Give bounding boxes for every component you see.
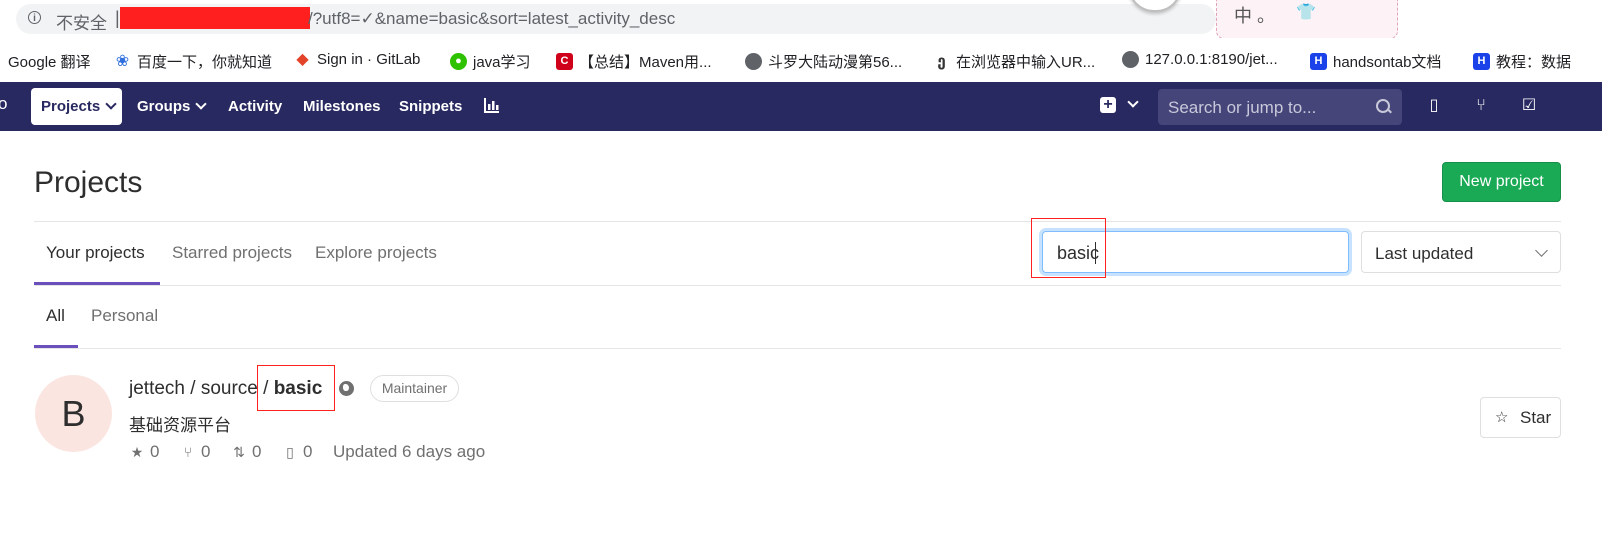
- tab-your-projects[interactable]: Your projects: [46, 243, 145, 263]
- annotation-box: [257, 365, 335, 411]
- bookmarks-bar: Google 翻译 ❀ 百度一下，你就知道 ◆ Sign in · GitLab…: [0, 38, 1602, 82]
- analytics-chart-icon[interactable]: [484, 97, 500, 113]
- nav-milestones[interactable]: Milestones: [303, 98, 381, 115]
- insecure-label: 不安全: [56, 14, 107, 33]
- top-navbar: o Projects Groups Activity Milestones Sn…: [0, 82, 1602, 131]
- divider: [34, 221, 1561, 222]
- url-redaction: [120, 7, 310, 29]
- chevron-down-icon: [105, 98, 117, 110]
- project-namespace: jettech / source /: [129, 378, 274, 399]
- issues-icon: ▯: [286, 444, 294, 460]
- shirt-icon: 👕: [1296, 4, 1316, 21]
- subtab-all[interactable]: All: [46, 306, 65, 326]
- issues-count[interactable]: ▯ 0: [283, 442, 312, 462]
- page-title: Projects: [34, 166, 143, 199]
- stars-count[interactable]: ★ 0: [130, 442, 160, 462]
- baidu-paw-icon: ❀: [114, 53, 131, 70]
- url-text[interactable]: /?utf8=✓&name=basic&sort=latest_activity…: [308, 9, 675, 29]
- search-field[interactable]: Search or jump to...: [1158, 89, 1402, 125]
- updated-timestamp: Updated 6 days ago: [333, 442, 486, 461]
- sort-dropdown-label: Last updated: [1375, 244, 1474, 263]
- nav-activity[interactable]: Activity: [228, 98, 282, 115]
- handsontable-icon: H: [1310, 53, 1327, 70]
- bookmark-item[interactable]: 127.0.0.1:8190/jet...: [1122, 51, 1278, 68]
- public-visibility-icon: [339, 381, 354, 396]
- divider: [34, 285, 1561, 286]
- bookmark-item[interactable]: ❀ 百度一下，你就知道: [114, 51, 272, 72]
- logo-edge[interactable]: o: [0, 94, 7, 114]
- url-separator: |: [115, 8, 120, 28]
- tab-starred-projects[interactable]: Starred projects: [172, 243, 292, 263]
- role-badge: Maintainer: [370, 375, 459, 402]
- project-avatar[interactable]: B: [35, 375, 112, 452]
- star-outline-icon: ☆: [1495, 409, 1509, 426]
- subtab-personal[interactable]: Personal: [91, 306, 158, 326]
- nav-snippets[interactable]: Snippets: [399, 98, 462, 115]
- yuque-icon: ე: [933, 53, 950, 70]
- bookmark-item[interactable]: H 教程：数据: [1473, 51, 1571, 72]
- todo-check-icon[interactable]: ☑: [1520, 97, 1538, 115]
- bookmark-item[interactable]: ე 在浏览器中输入UR...: [933, 51, 1095, 72]
- fork-icon: ⑂: [183, 444, 193, 460]
- tab-explore-projects[interactable]: Explore projects: [315, 243, 437, 263]
- star-icon: ★: [130, 444, 144, 460]
- handsontable-icon: H: [1473, 53, 1490, 70]
- merge-request-icon: ⇅: [233, 444, 245, 460]
- groups-dropdown[interactable]: Groups: [137, 98, 208, 115]
- bookmark-item[interactable]: 斗罗大陆动漫第56...: [745, 51, 902, 72]
- bookmark-item[interactable]: ◆ Sign in · GitLab: [294, 51, 420, 68]
- csdn-icon: C: [556, 53, 573, 70]
- projects-dropdown[interactable]: Projects: [31, 88, 122, 125]
- info-icon[interactable]: i: [28, 11, 41, 24]
- search-input[interactable]: Search or jump to...: [1168, 98, 1316, 118]
- wechat-icon: ●: [450, 53, 467, 70]
- plus-icon[interactable]: +: [1100, 97, 1116, 113]
- bookmark-item[interactable]: ● java学习: [450, 51, 531, 72]
- bookmark-item[interactable]: C 【总结】Maven用...: [556, 51, 712, 72]
- new-project-button[interactable]: New project: [1442, 162, 1561, 202]
- bookmark-item[interactable]: Google 翻译: [8, 51, 91, 72]
- forks-count[interactable]: ⑂ 0: [181, 442, 211, 462]
- project-description: 基础资源平台: [129, 416, 231, 435]
- gitlab-fox-icon: ◆: [294, 51, 311, 68]
- chevron-down-icon[interactable]: [1127, 96, 1139, 108]
- issues-icon[interactable]: ▯: [1425, 97, 1443, 115]
- sticker-text: 中 。: [1234, 6, 1276, 26]
- chevron-down-icon: [195, 98, 208, 110]
- search-icon[interactable]: [1376, 99, 1390, 113]
- bookmark-item[interactable]: H handsontab文档: [1310, 51, 1441, 72]
- globe-icon: [1122, 51, 1139, 68]
- address-bar[interactable]: i 不安全 | /?utf8=✓&name=basic&sort=latest_…: [0, 0, 1602, 39]
- merge-requests-count[interactable]: ⇅ 0: [232, 442, 261, 462]
- annotation-box: [1031, 218, 1106, 278]
- merge-request-icon[interactable]: ⑂: [1472, 97, 1490, 115]
- divider: [34, 348, 1561, 349]
- globe-icon: [745, 53, 762, 70]
- star-button[interactable]: ☆ Star: [1480, 397, 1561, 438]
